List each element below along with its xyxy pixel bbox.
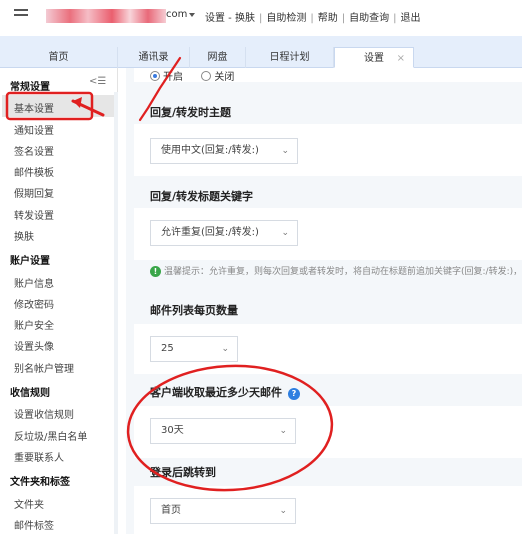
section-title-client-days: 客户端收取最近多少天邮件?: [150, 384, 300, 400]
sidebar-item-signature[interactable]: 签名设置: [14, 143, 54, 158]
settings-sidebar: <☰ 常规设置 基本设置 通知设置 签名设置 邮件模板 假期回复 转发设置 换肤…: [0, 68, 118, 534]
sidebar-item-important-contacts[interactable]: 重要联系人: [14, 449, 64, 464]
top-bar: com 设置 - 换肤 | 自助检测 | 帮助 | 自助查询 | 退出: [0, 0, 522, 36]
sidebar-item-skin[interactable]: 换肤: [14, 228, 34, 243]
reply-subject-select[interactable]: 使用中文(回复:/转发:) ⌄: [150, 138, 298, 164]
top-nav: 设置 - 换肤 | 自助检测 | 帮助 | 自助查询 | 退出: [205, 13, 421, 24]
client-days-select[interactable]: 30天 ⌄: [150, 418, 296, 444]
page-size-select[interactable]: 25 ⌄: [150, 336, 238, 362]
after-login-select[interactable]: 首页 ⌄: [150, 498, 296, 524]
info-icon: !: [150, 266, 161, 277]
section-title-text: 客户端收取最近多少天邮件: [150, 386, 282, 399]
sidebar-item-forwarding[interactable]: 转发设置: [14, 207, 54, 222]
sidebar-item-spam-lists[interactable]: 反垃圾/黑白名单: [14, 428, 87, 443]
hint-message: 温馨提示：允许重复，则每次回复或者转发时，将自动在标题前追加关键字(回复:/转发…: [164, 267, 522, 277]
select-value: 首页: [161, 505, 181, 516]
tab-label: 设置: [364, 53, 384, 64]
select-value: 25: [161, 343, 174, 354]
close-icon[interactable]: ×: [397, 48, 405, 69]
tab-settings[interactable]: 设置 ×: [334, 47, 414, 68]
collapse-menu-icon[interactable]: <☰: [89, 76, 106, 87]
sidebar-item-account-info[interactable]: 账户信息: [14, 275, 54, 290]
sidebar-group-general: 常规设置: [10, 82, 50, 93]
sidebar-item-avatar[interactable]: 设置头像: [14, 338, 54, 353]
nav-settings-skin[interactable]: 设置 - 换肤: [205, 13, 255, 24]
radio-off-label: 关闭: [214, 72, 235, 83]
tab-label: 首页: [48, 52, 69, 63]
email-suffix: com: [166, 9, 188, 20]
sidebar-group-folders: 文件夹和标签: [10, 477, 70, 488]
section-title-reply-keyword: 回复/转发标题关键字: [150, 190, 254, 203]
select-value: 使用中文(回复:/转发:): [161, 145, 259, 156]
sidebar-item-folders[interactable]: 文件夹: [14, 496, 44, 511]
settings-panel: 开启 关闭 回复/转发时主题 使用中文(回复:/转发:) ⌄ 回复/转发标题关键字…: [126, 68, 522, 534]
tab-label: 通讯录: [138, 52, 169, 63]
redacted-email: [46, 9, 166, 23]
reply-keyword-select[interactable]: 允许重复(回复:/转发:) ⌄: [150, 220, 298, 246]
tab-label: 日程计划: [269, 52, 310, 63]
select-value: 允许重复(回复:/转发:): [161, 227, 259, 238]
nav-self-query[interactable]: 自助查询: [349, 13, 389, 24]
section-title-after-login: 登录后跳转到: [150, 466, 216, 479]
nav-help[interactable]: 帮助: [318, 13, 338, 24]
sidebar-item-change-password[interactable]: 修改密码: [14, 296, 54, 311]
sidebar-scrollbar[interactable]: [114, 92, 118, 534]
nav-self-check[interactable]: 自助检测: [266, 13, 306, 24]
sidebar-item-alias-accounts[interactable]: 别名帐户管理: [14, 360, 74, 375]
hint-text: ! 温馨提示：允许重复，则每次回复或者转发时，将自动在标题前追加关键字(回复:/转…: [150, 264, 522, 277]
sidebar-item-account-security[interactable]: 账户安全: [14, 317, 54, 332]
sidebar-item-vacation-reply[interactable]: 假期回复: [14, 185, 54, 200]
nav-logout[interactable]: 退出: [400, 13, 420, 24]
chevron-down-icon[interactable]: [189, 13, 195, 17]
tab-calendar[interactable]: 日程计划: [246, 47, 334, 68]
help-icon[interactable]: ?: [288, 388, 300, 400]
select-value: 30天: [161, 425, 184, 436]
tab-home[interactable]: 首页: [0, 47, 118, 68]
menu-icon[interactable]: [14, 9, 28, 20]
sidebar-item-mail-labels[interactable]: 邮件标签: [14, 517, 54, 532]
tab-contacts[interactable]: 通讯录: [118, 47, 190, 68]
radio-on-label: 开启: [163, 72, 183, 83]
sidebar-item-basic-settings[interactable]: 基本设置: [14, 100, 54, 115]
sidebar-item-inbox-rules[interactable]: 设置收信规则: [14, 406, 74, 421]
toggle-radio-group: 开启 关闭: [150, 68, 235, 83]
chevron-down-icon: ⌄: [281, 228, 289, 238]
radio-on[interactable]: [150, 71, 160, 81]
radio-off[interactable]: [201, 71, 212, 81]
section-title-page-size: 邮件列表每页数量: [150, 304, 238, 317]
section-title-reply-subject: 回复/转发时主题: [150, 106, 232, 119]
sidebar-group-account: 账户设置: [10, 256, 50, 267]
sidebar-item-mail-template[interactable]: 邮件模板: [14, 164, 54, 179]
tab-bar: 首页 通讯录 网盘 日程计划 设置 ×: [0, 36, 522, 68]
tab-netdisk[interactable]: 网盘: [190, 47, 246, 68]
chevron-down-icon: ⌄: [279, 426, 287, 436]
chevron-down-icon: ⌄: [221, 344, 229, 354]
chevron-down-icon: ⌄: [281, 146, 289, 156]
sidebar-group-inbox-rules: 收信规则: [10, 388, 50, 399]
chevron-down-icon: ⌄: [279, 506, 287, 516]
sidebar-item-notification[interactable]: 通知设置: [14, 122, 54, 137]
tab-label: 网盘: [207, 52, 228, 63]
